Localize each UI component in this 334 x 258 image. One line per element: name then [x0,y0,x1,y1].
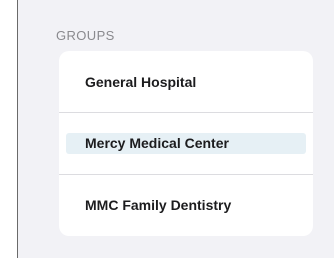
list-item-mmc-family-dentistry[interactable]: MMC Family Dentistry [59,174,313,235]
groups-list: General Hospital Mercy Medical Center MM… [59,51,313,236]
list-item-label: MMC Family Dentistry [85,196,232,213]
list-item-label: Mercy Medical Center [85,134,229,151]
list-item-mercy-medical-center[interactable]: Mercy Medical Center [59,112,313,173]
groups-panel: GROUPS General Hospital Mercy Medical Ce… [17,0,334,258]
section-header-groups: GROUPS [56,28,115,43]
list-item-general-hospital[interactable]: General Hospital [59,51,313,112]
list-item-label: General Hospital [85,73,197,90]
